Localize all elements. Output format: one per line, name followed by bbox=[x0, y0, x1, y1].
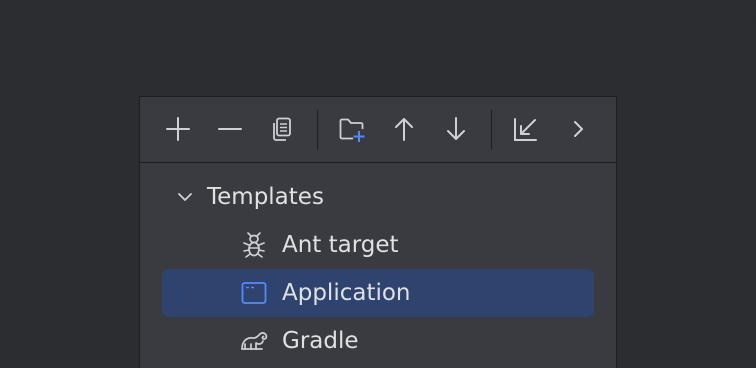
toolbar-separator bbox=[491, 110, 492, 150]
chevron-right-icon bbox=[574, 121, 583, 137]
chevron-down-icon[interactable] bbox=[176, 188, 194, 206]
tree-item-gradle[interactable]: Gradle bbox=[162, 317, 594, 365]
ant-icon bbox=[243, 232, 265, 258]
tree-item-label: Gradle bbox=[282, 328, 359, 354]
plus-icon bbox=[166, 117, 190, 141]
new-folder-icon bbox=[339, 118, 365, 142]
arrow-up-icon bbox=[395, 118, 413, 141]
collapse-button[interactable] bbox=[508, 111, 544, 147]
run-configurations-panel: Templates Ant target Application Gradle bbox=[139, 96, 617, 368]
copy-icon bbox=[273, 117, 291, 141]
minus-icon bbox=[218, 128, 242, 130]
toolbar-separator bbox=[317, 110, 318, 150]
more-button[interactable] bbox=[560, 111, 596, 147]
tree-group-label: Templates bbox=[207, 184, 324, 210]
move-up-button[interactable] bbox=[386, 111, 422, 147]
collapse-icon bbox=[514, 118, 537, 141]
arrow-down-icon bbox=[447, 117, 465, 140]
toolbar bbox=[140, 97, 616, 163]
tree-item-application[interactable]: Application bbox=[162, 269, 594, 317]
tree-item-ant-target[interactable]: Ant target bbox=[162, 221, 594, 269]
tree-item-label: Ant target bbox=[282, 232, 399, 258]
move-down-button[interactable] bbox=[438, 111, 474, 147]
copy-button[interactable] bbox=[264, 111, 300, 147]
tree-group-templates[interactable]: Templates bbox=[162, 173, 594, 221]
gradle-icon bbox=[241, 332, 268, 350]
add-button[interactable] bbox=[160, 111, 196, 147]
new-folder-button[interactable] bbox=[334, 111, 370, 147]
remove-button[interactable] bbox=[212, 111, 248, 147]
tree-item-label: Application bbox=[282, 280, 411, 306]
window-background: Templates Ant target Application Gradle bbox=[0, 0, 756, 368]
application-icon bbox=[241, 282, 267, 304]
